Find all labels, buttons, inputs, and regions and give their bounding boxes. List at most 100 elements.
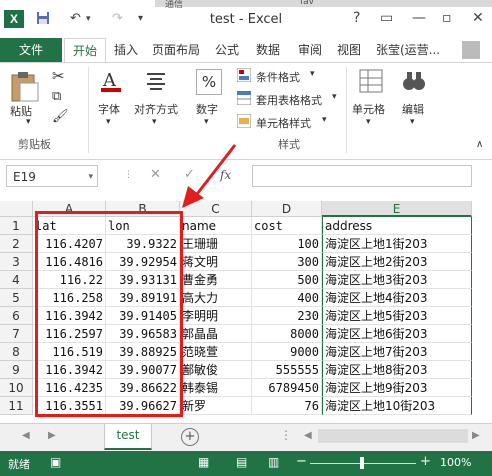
alignment-dropdown-icon[interactable]: ▾ — [152, 117, 157, 127]
tab-home[interactable]: 开始 — [64, 38, 107, 63]
cell-d4[interactable]: 500 — [252, 271, 322, 289]
binoculars-icon[interactable] — [402, 69, 426, 93]
restore-icon[interactable]: ▫ — [442, 10, 452, 26]
table-format-dropdown-icon[interactable]: ▾ — [332, 92, 337, 102]
format-painter-icon[interactable]: 🖌 — [52, 109, 69, 124]
cut-icon[interactable]: ✂ — [52, 67, 65, 85]
cells-dropdown-icon[interactable]: ▾ — [366, 117, 371, 127]
row-header[interactable]: 9 — [0, 361, 33, 379]
cell-e3[interactable]: 海淀区上地2街203 — [322, 253, 472, 271]
row-header[interactable]: 7 — [0, 325, 33, 343]
font-icon[interactable]: A — [100, 69, 122, 93]
conditional-format-icon[interactable] — [237, 68, 251, 82]
cell-d11[interactable]: 76 — [252, 397, 322, 415]
tab-insert[interactable]: 插入 — [114, 38, 138, 62]
column-header-e[interactable]: E — [322, 201, 472, 217]
help-icon[interactable]: ? — [353, 10, 360, 26]
cell-styles-dropdown-icon[interactable]: ▾ — [322, 115, 327, 125]
cell-c9[interactable]: 鄯敏俊 — [180, 361, 252, 379]
cell-e10[interactable]: 海淀区上地9街203 — [322, 379, 472, 397]
scroll-left-icon[interactable]: ◀ — [304, 430, 312, 441]
row-header[interactable]: 6 — [0, 307, 33, 325]
zoom-slider-thumb[interactable] — [360, 457, 364, 469]
row-header[interactable]: 2 — [0, 235, 33, 253]
paste-icon[interactable] — [8, 71, 42, 103]
tab-split-icon[interactable]: ⋮ — [280, 428, 292, 442]
name-box[interactable]: E19 ▾ — [6, 165, 98, 187]
add-sheet-button[interactable]: + — [181, 428, 199, 446]
cell-d5[interactable]: 400 — [252, 289, 322, 307]
cell-e5[interactable]: 海淀区上地4街203 — [322, 289, 472, 307]
cancel-icon[interactable]: ✕ — [150, 167, 161, 182]
ribbon-display-icon[interactable]: ▭ — [380, 10, 393, 26]
column-header-d[interactable]: D — [252, 201, 322, 217]
editing-button[interactable]: 编辑 — [402, 101, 424, 117]
cell-d1[interactable]: cost — [252, 217, 322, 235]
conditional-format-button[interactable]: 条件格式 — [256, 69, 300, 85]
cell-e11[interactable]: 海淀区上地10街203 — [322, 397, 472, 415]
cell-d9[interactable]: 555555 — [252, 361, 322, 379]
select-all-corner[interactable] — [0, 201, 33, 217]
align-icon[interactable] — [146, 71, 166, 91]
cell-styles-icon[interactable] — [237, 114, 251, 128]
tab-view[interactable]: 视图 — [337, 38, 361, 62]
next-sheet-icon[interactable]: ▶ — [48, 430, 56, 441]
copy-icon[interactable]: ⧉ — [52, 89, 61, 104]
cells-icon[interactable] — [359, 69, 383, 93]
percent-icon[interactable]: % — [196, 69, 222, 95]
cell-d6[interactable]: 230 — [252, 307, 322, 325]
prev-sheet-icon[interactable]: ◀ — [22, 430, 30, 441]
cell-e9[interactable]: 海淀区上地8街203 — [322, 361, 472, 379]
number-dropdown-icon[interactable]: ▾ — [204, 117, 209, 127]
zoom-in-button[interactable]: + — [420, 454, 431, 469]
sheet-tab-test[interactable]: test — [104, 424, 152, 450]
font-dropdown-icon[interactable]: ▾ — [106, 117, 111, 127]
row-header[interactable]: 1 — [0, 217, 33, 235]
cell-d8[interactable]: 9000 — [252, 343, 322, 361]
table-format-icon[interactable] — [237, 91, 251, 105]
cell-e4[interactable]: 海淀区上地3街203 — [322, 271, 472, 289]
cell-d3[interactable]: 300 — [252, 253, 322, 271]
cell-c4[interactable]: 曹金勇 — [180, 271, 252, 289]
row-header[interactable]: 4 — [0, 271, 33, 289]
alignment-button[interactable]: 对齐方式 — [134, 101, 178, 117]
paste-dropdown-icon[interactable]: ▾ — [26, 117, 31, 127]
cell-d10[interactable]: 6789450 — [252, 379, 322, 397]
row-header[interactable]: 8 — [0, 343, 33, 361]
tab-data[interactable]: 数据 — [256, 38, 280, 62]
name-box-dropdown-icon[interactable]: ▾ — [88, 166, 93, 188]
conditional-format-dropdown-icon[interactable]: ▾ — [310, 69, 315, 79]
cell-c2[interactable]: 王珊珊 — [180, 235, 252, 253]
tab-file[interactable]: 文件 — [0, 38, 62, 62]
cell-c7[interactable]: 郭晶晶 — [180, 325, 252, 343]
macro-record-icon[interactable]: ▣ — [50, 455, 61, 469]
row-header[interactable]: 5 — [0, 289, 33, 307]
cell-e2[interactable]: 海淀区上地1街203 — [322, 235, 472, 253]
page-break-view-icon[interactable]: ▥ — [268, 455, 279, 469]
cell-d2[interactable]: 100 — [252, 235, 322, 253]
tab-review[interactable]: 审阅 — [298, 38, 322, 62]
row-header[interactable]: 3 — [0, 253, 33, 271]
row-header[interactable]: 11 — [0, 397, 33, 415]
cells-button[interactable]: 单元格 — [352, 101, 385, 117]
cell-c1[interactable]: name — [180, 217, 252, 235]
font-button[interactable]: 字体 — [98, 101, 120, 117]
page-layout-view-icon[interactable]: ▤ — [236, 455, 247, 469]
zoom-level[interactable]: 100% — [440, 456, 471, 469]
user-account[interactable]: 张莹(运营... — [376, 38, 440, 62]
editing-dropdown-icon[interactable]: ▾ — [410, 117, 415, 127]
minimize-icon[interactable]: — — [412, 10, 426, 26]
formula-input[interactable] — [252, 165, 472, 187]
scroll-right-icon[interactable]: ▶ — [472, 430, 480, 441]
close-icon[interactable]: ✕ — [472, 10, 484, 26]
cell-e1[interactable]: address — [322, 217, 472, 235]
table-format-button[interactable]: 套用表格格式 — [256, 92, 322, 108]
number-button[interactable]: 数字 — [196, 101, 218, 117]
horizontal-scrollbar[interactable] — [318, 429, 468, 443]
cell-e6[interactable]: 海淀区上地5街203 — [322, 307, 472, 325]
cell-c3[interactable]: 蒋文明 — [180, 253, 252, 271]
cell-c6[interactable]: 李明明 — [180, 307, 252, 325]
cell-d7[interactable]: 8000 — [252, 325, 322, 343]
cell-styles-button[interactable]: 单元格样式 — [256, 115, 311, 131]
collapse-ribbon-icon[interactable]: ∧ — [476, 139, 483, 150]
